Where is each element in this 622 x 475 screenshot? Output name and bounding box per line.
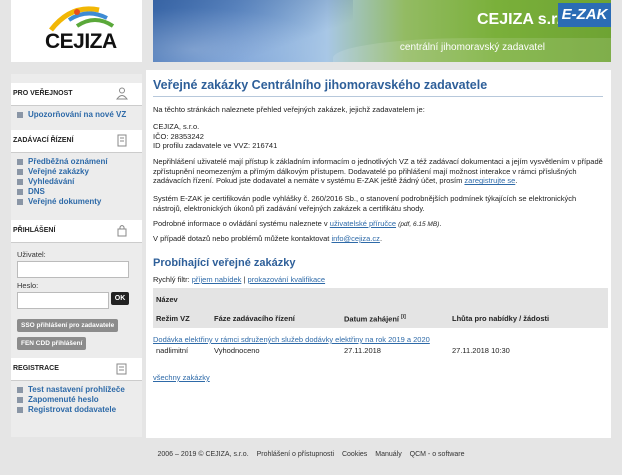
col-mode[interactable]: Režim VZ [156, 314, 190, 323]
sidebar-section-contracting: ZADÁVACÍ ŘÍZENÍ Předběžná oznámení Veřej… [11, 130, 142, 213]
col-start[interactable]: Datum zahájení [i] [344, 314, 406, 324]
manual-size: (pdf, 6.15 MB) [398, 221, 440, 228]
sidebar-heading-contracting: ZADÁVACÍ ŘÍZENÍ [11, 130, 142, 153]
row-start: 27.11.2018 [344, 346, 381, 355]
people-icon [116, 87, 128, 100]
quick-filter: Rychlý filtr: příjem nabídek | prokazová… [153, 275, 326, 284]
login-ok-button[interactable]: OK [111, 292, 129, 305]
col-phase[interactable]: Fáze zadávacího řízení [214, 314, 295, 323]
main-content: Veřejné zakázky Centrálního jihomoravské… [146, 70, 611, 438]
username-label: Uživatel: [17, 250, 46, 259]
sidebar-item-public-contracts[interactable]: Veřejné zakázky [16, 167, 142, 177]
contact-paragraph: V případě dotazů nebo problémů můžete ko… [153, 234, 383, 243]
sidebar-section-registration: REGISTRACE Test nastavení prohlížeče Zap… [11, 358, 142, 421]
org-ico: IČO: 28353242 [153, 131, 204, 141]
filter-qualification-link[interactable]: prokazování kvalifikace [248, 275, 326, 284]
lock-icon [117, 225, 127, 237]
certification-text: Systém E-ZAK je certifikován podle vyhlá… [153, 194, 577, 213]
contracts-table: Název Režim VZ Fáze zadávacího řízení Da… [153, 288, 608, 355]
sidebar-heading-login: PŘIHLÁŠENÍ [11, 220, 142, 243]
contact-email-link[interactable]: info@cejiza.cz [331, 234, 379, 243]
fen-cdd-login-button[interactable]: FEN CDD přihlášení [17, 337, 87, 350]
contract-title-link[interactable]: Dodávka elektřiny v rámci sdružených slu… [153, 335, 430, 344]
sidebar: PRO VEŘEJNOST Upozorňování na nové VZ ZA… [11, 74, 142, 437]
col-deadline[interactable]: Lhůta pro nabídky / žádosti [452, 314, 549, 323]
table-row: nadlimitní Vyhodnoceno 27.11.2018 27.11.… [153, 346, 608, 358]
footer-manuals-link[interactable]: Manuály [375, 451, 401, 458]
footer-accessibility-link[interactable]: Prohlášení o přístupnosti [257, 451, 334, 458]
page-title: Veřejné zakázky Centrálního jihomoravské… [153, 78, 488, 92]
ezak-logo[interactable]: E-ZAK [558, 3, 611, 27]
password-input[interactable] [17, 292, 109, 309]
register-icon [116, 363, 127, 375]
register-link[interactable]: zaregistrujte se [464, 176, 515, 185]
sidebar-item-prior-notices[interactable]: Předběžná oznámení [16, 157, 142, 167]
org-profile-id: ID profilu zadavatele ve VVZ: 216741 [153, 141, 278, 151]
sidebar-item-register-supplier[interactable]: Registrovat dodavatele [16, 405, 142, 415]
document-icon [117, 134, 127, 147]
sidebar-heading-registration: REGISTRACE [11, 358, 142, 381]
footer-copyright: 2006 – 2019 © CEJIZA, s.r.o. [157, 451, 249, 458]
header-banner: CEJIZA s.r.o. centrální jihomoravský zad… [153, 0, 611, 62]
col-name[interactable]: Název [156, 295, 178, 304]
organization-info: CEJIZA, s.r.o. IČO: 28353242 ID profilu … [153, 122, 605, 151]
banner-subtitle: centrální jihomoravský zadavatel [399, 42, 545, 53]
row-mode: nadlimitní [156, 346, 189, 355]
sidebar-item-notifications[interactable]: Upozorňování na nové VZ [16, 110, 142, 120]
logo[interactable]: CEJIZA [11, 0, 142, 62]
footer-qcm-link[interactable]: QCM - o software [410, 451, 465, 458]
sidebar-item-browser-test[interactable]: Test nastavení prohlížeče [16, 385, 142, 395]
start-info-icon[interactable]: [i] [401, 314, 406, 320]
footer-cookies-link[interactable]: Cookies [342, 451, 367, 458]
sidebar-section-login: PŘIHLÁŠENÍ Uživatel: Heslo: OK SSO přihl… [11, 220, 142, 360]
logo-text: CEJIZA [45, 30, 117, 53]
sidebar-item-search[interactable]: Vyhledávání [16, 177, 142, 187]
all-contracts-link[interactable]: všechny zakázky [153, 373, 210, 382]
access-paragraph: Nepřihlášení uživatelé mají přístup k zá… [153, 157, 603, 186]
footer: 2006 – 2019 © CEJIZA, s.r.o. Prohlášení … [0, 451, 622, 458]
row-phase: Vyhodnoceno [214, 346, 260, 355]
sidebar-section-public: PRO VEŘEJNOST Upozorňování na nové VZ [11, 83, 142, 126]
row-deadline: 27.11.2018 10:30 [452, 346, 510, 355]
title-divider [153, 96, 603, 97]
filter-offers-link[interactable]: příjem nabídek [192, 275, 242, 284]
logo-arcs-icon [49, 6, 115, 32]
sidebar-item-public-documents[interactable]: Veřejné dokumenty [16, 197, 142, 207]
banner-photo [153, 0, 353, 62]
sidebar-item-forgotten-password[interactable]: Zapomenuté heslo [16, 395, 142, 405]
ongoing-contracts-title: Probíhající veřejné zakázky [153, 257, 296, 269]
org-name: CEJIZA, s.r.o. [153, 122, 200, 131]
sidebar-heading-public: PRO VEŘEJNOST [11, 83, 142, 106]
sidebar-item-dns[interactable]: DNS [16, 187, 142, 197]
user-manual-link[interactable]: uživatelské příručce [330, 219, 396, 228]
sso-login-button[interactable]: SSO přihlášení pro zadavatele [17, 319, 119, 332]
password-label: Heslo: [17, 281, 39, 290]
table-header: Název Režim VZ Fáze zadávacího řízení Da… [153, 288, 608, 328]
username-input[interactable] [17, 261, 129, 278]
manual-paragraph: Podrobné informace o ovládání systému na… [153, 219, 442, 228]
intro-text: Na těchto stránkách naleznete přehled ve… [153, 105, 425, 114]
access-text: Nepřihlášení uživatelé mají přístup k zá… [153, 157, 603, 186]
